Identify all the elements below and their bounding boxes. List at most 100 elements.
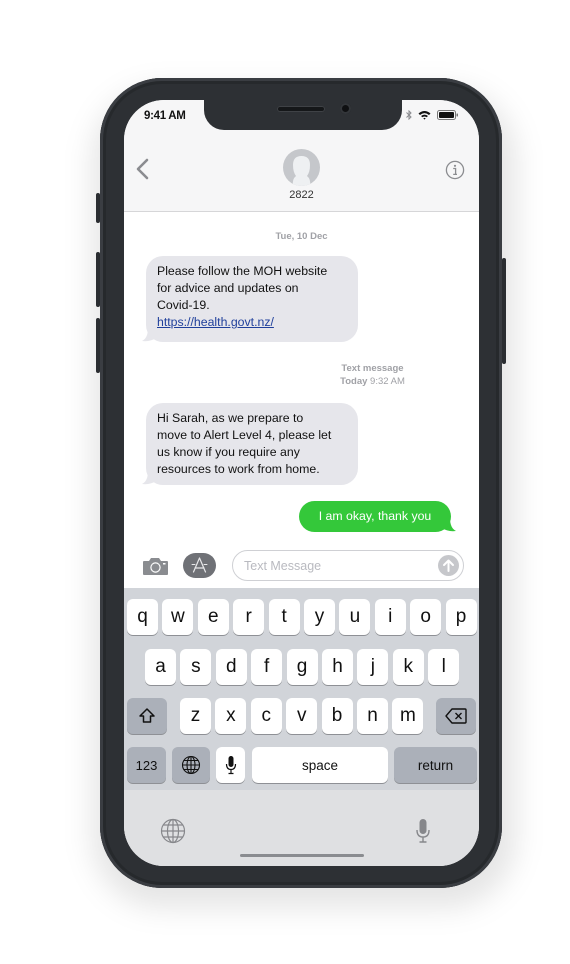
key-s[interactable]: s [180, 649, 212, 685]
message-type-header: Text message Today 9:32 AM [195, 362, 479, 388]
key-label: m [399, 705, 416, 726]
phone-screen: 9:41 AM 2822 Tue, 10 Dec Please follow t… [124, 100, 479, 866]
key-label: s [191, 656, 201, 677]
arrow-up-icon [443, 559, 454, 572]
key-label: q [137, 606, 148, 627]
backspace-icon [445, 708, 467, 724]
key-q[interactable]: q [127, 599, 158, 635]
wifi-icon [418, 111, 431, 120]
keyboard-bottom-bar [124, 790, 479, 866]
key-v[interactable]: v [286, 698, 318, 734]
key-j[interactable]: j [357, 649, 389, 685]
message-line: resources to work from home. [157, 462, 320, 476]
space-key[interactable]: space [252, 747, 388, 783]
key-i[interactable]: i [374, 599, 406, 635]
key-label: b [331, 705, 343, 726]
key-label: z [190, 705, 201, 726]
device-notch [204, 100, 402, 130]
app-store-icon [191, 557, 208, 573]
message-line: Please follow the MOH website [157, 264, 328, 278]
date-header-text: Tue, 10 Dec [275, 231, 328, 242]
volume-down-button [96, 318, 100, 373]
home-indicator[interactable] [240, 854, 364, 857]
key-m[interactable]: m [392, 698, 424, 734]
key-w[interactable]: w [162, 599, 194, 635]
info-circle-icon[interactable] [445, 160, 465, 180]
outgoing-message-text: I am okay, thank you [318, 509, 432, 523]
key-label: f [264, 656, 270, 677]
contact-name[interactable]: 2822 [124, 189, 479, 201]
camera-icon[interactable] [142, 556, 169, 576]
message-time: 9:32 AM [370, 376, 405, 387]
key-h[interactable]: h [322, 649, 353, 685]
key-d[interactable]: d [215, 649, 247, 685]
key-o[interactable]: o [410, 599, 442, 635]
message-input-placeholder: Text Message [244, 559, 322, 573]
key-n[interactable]: n [357, 698, 388, 734]
key-p[interactable]: p [445, 599, 477, 635]
key-label: r [245, 606, 252, 627]
key-label: h [332, 656, 343, 677]
message-line: us know if you require any [157, 445, 300, 459]
key-label: a [155, 656, 166, 677]
send-button[interactable] [438, 555, 459, 576]
key-label: x [226, 705, 236, 726]
key-label: i [388, 606, 393, 627]
message-link[interactable]: https://health.govt.nz/ [157, 314, 347, 331]
key-label: c [261, 705, 272, 726]
globe-icon[interactable] [160, 818, 186, 844]
contact-avatar[interactable] [283, 149, 320, 186]
globe-key[interactable] [172, 747, 210, 783]
key-l[interactable]: l [428, 649, 460, 685]
numbers-key-label: 123 [135, 757, 158, 773]
key-label: n [367, 705, 378, 726]
message-line: for advice and updates on [157, 281, 299, 295]
message-day: Today [340, 376, 368, 387]
key-b[interactable]: b [321, 698, 353, 734]
mute-switch [96, 193, 100, 223]
return-key[interactable]: return [394, 747, 477, 783]
incoming-message-bubble[interactable]: Hi Sarah, as we prepare to move to Alert… [146, 403, 358, 485]
key-label: u [349, 606, 361, 627]
shift-key[interactable] [127, 698, 167, 734]
key-label: d [226, 656, 237, 677]
dictation-microphone-icon[interactable] [415, 818, 431, 844]
key-c[interactable]: c [250, 698, 282, 734]
key-z[interactable]: z [180, 698, 211, 734]
back-chevron-icon[interactable] [134, 158, 152, 180]
key-label: j [370, 656, 375, 677]
message-type-label: Text message [341, 363, 404, 374]
key-f[interactable]: f [251, 649, 283, 685]
front-camera [340, 103, 351, 114]
key-r[interactable]: r [233, 599, 265, 635]
status-time: 9:41 AM [144, 110, 186, 122]
date-header: Tue, 10 Dec [124, 231, 479, 242]
key-k[interactable]: k [392, 649, 424, 685]
key-t[interactable]: t [268, 599, 300, 635]
key-e[interactable]: e [197, 599, 229, 635]
message-line: Hi Sarah, as we prepare to [157, 411, 304, 425]
app-store-button[interactable] [183, 553, 216, 578]
incoming-message-bubble[interactable]: Please follow the MOH website for advice… [146, 256, 358, 342]
message-line: Covid-19. [157, 298, 210, 312]
keyboard: qwertyu iop a s d fgh jkl z x c v b nm 123 space r… [124, 588, 479, 790]
earpiece-speaker [277, 106, 325, 112]
key-a[interactable]: a [145, 649, 176, 685]
key-g[interactable]: g [286, 649, 318, 685]
message-thread: Tue, 10 Dec Please follow the MOH websit… [124, 212, 479, 545]
numbers-key[interactable]: 123 [127, 747, 166, 783]
key-u[interactable]: u [339, 599, 371, 635]
space-key-label: space [301, 757, 339, 773]
key-label: l [441, 656, 446, 677]
key-x[interactable]: x [215, 698, 247, 734]
message-line: move to Alert Level 4, please let [157, 428, 332, 442]
status-icons [406, 110, 459, 120]
return-key-label: return [417, 757, 454, 773]
microphone-icon [225, 756, 236, 775]
key-label: v [296, 705, 307, 726]
key-y[interactable]: y [304, 599, 335, 635]
mic-key[interactable] [216, 747, 245, 783]
message-input[interactable]: Text Message [232, 550, 464, 581]
delete-key[interactable] [436, 698, 476, 734]
outgoing-message-bubble[interactable]: I am okay, thank you [299, 501, 451, 532]
